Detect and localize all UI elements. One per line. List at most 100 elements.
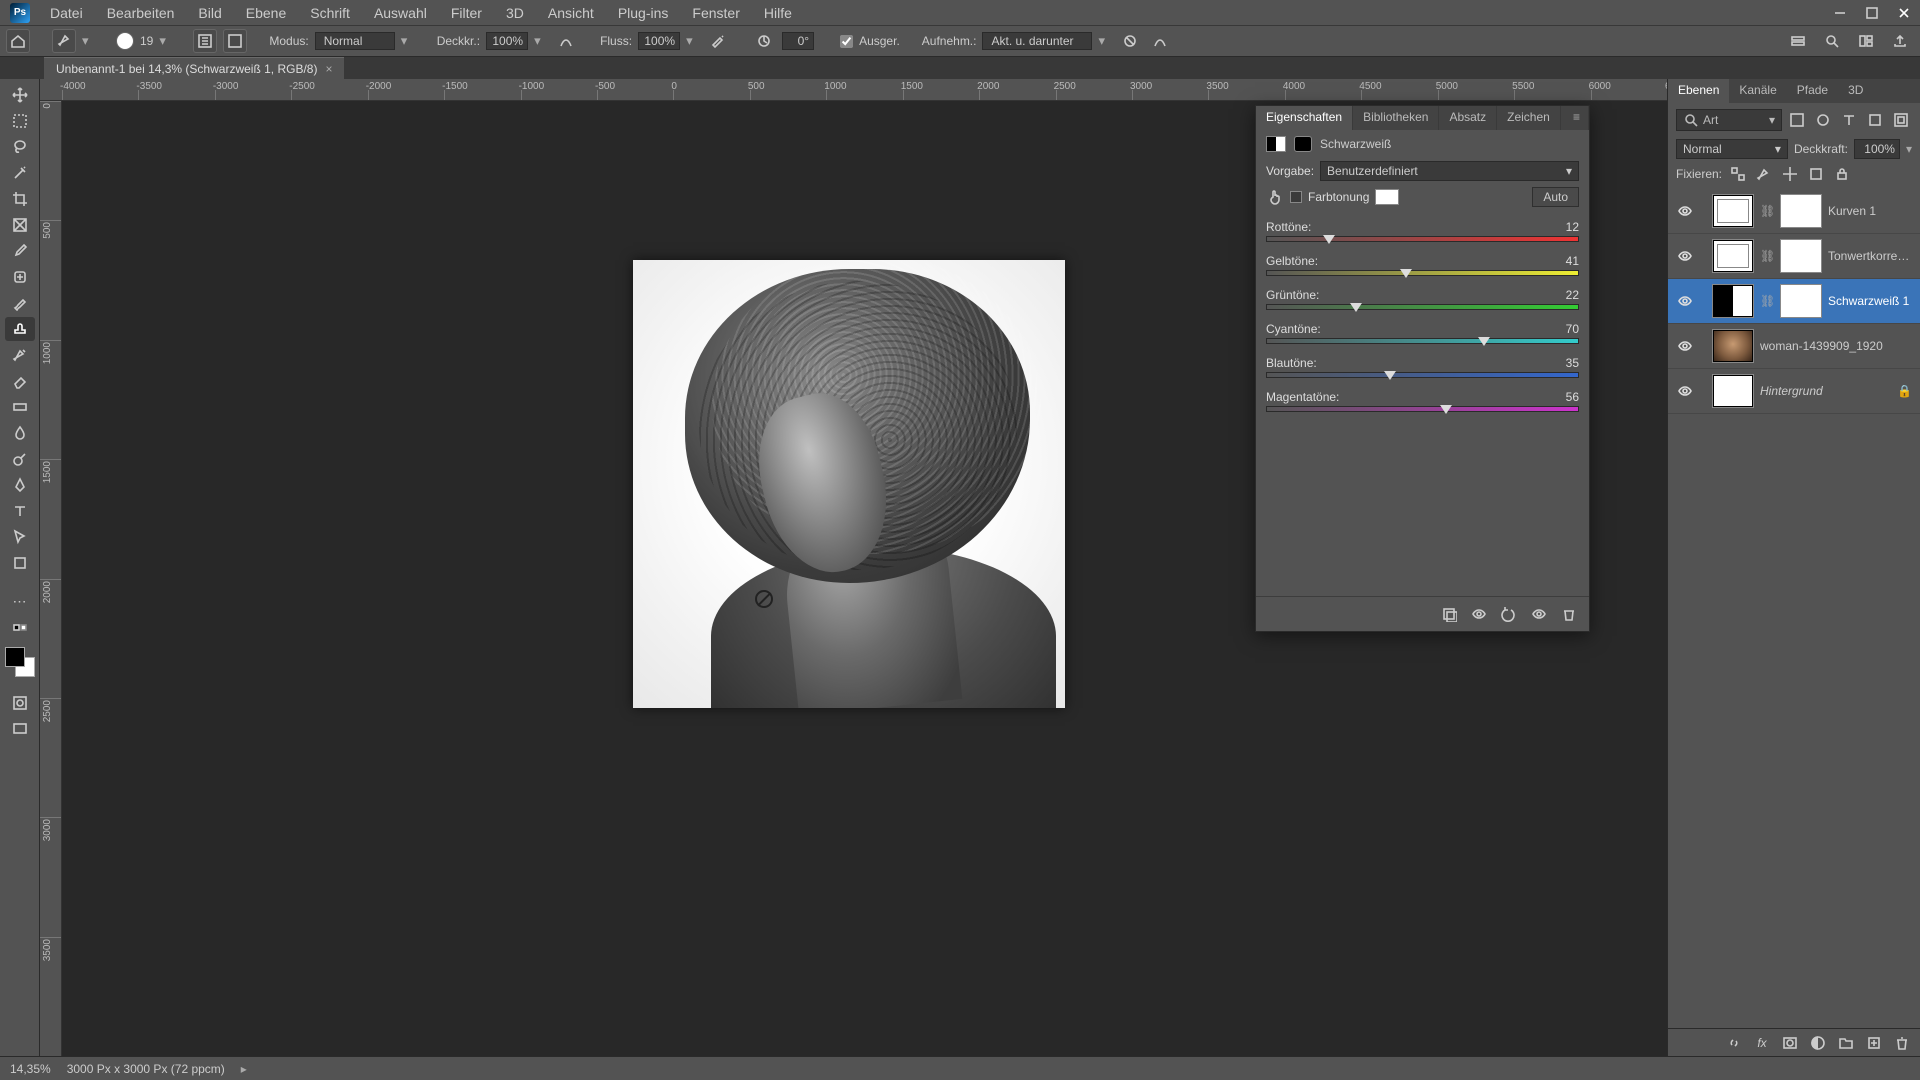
tool-preset[interactable] [52, 29, 76, 53]
slider-thumb[interactable] [1323, 235, 1335, 244]
shape-tool[interactable] [5, 551, 35, 575]
slider-track[interactable] [1266, 304, 1579, 314]
layer-row[interactable]: ⛓ Kurven 1 [1668, 189, 1920, 234]
view-previous-icon[interactable] [1469, 605, 1489, 623]
brush-settings-icon[interactable] [193, 29, 217, 53]
document-tab[interactable]: Unbenannt-1 bei 14,3% (Schwarzweiß 1, RG… [44, 57, 344, 79]
layer-name[interactable]: Tonwertkorrektur 1 [1828, 249, 1912, 263]
blur-tool[interactable] [5, 421, 35, 445]
chevron-down-icon[interactable]: ▾ [1098, 33, 1112, 49]
color-swatches[interactable] [5, 647, 35, 677]
fg-swatch[interactable] [5, 647, 25, 667]
props-tab-bibliotheken[interactable]: Bibliotheken [1353, 106, 1439, 130]
chevron-down-icon[interactable]: ▾ [82, 33, 96, 49]
info-menu-icon[interactable]: ▸ [241, 1062, 247, 1076]
reset-icon[interactable] [1499, 605, 1519, 623]
more-tools-icon[interactable]: ⋯ [5, 589, 35, 613]
brush-tool[interactable] [5, 291, 35, 315]
filter-adjust-icon[interactable] [1812, 109, 1834, 131]
menu-ansicht[interactable]: Ansicht [538, 3, 604, 23]
layers-tab-pfade[interactable]: Pfade [1787, 79, 1838, 103]
chevron-down-icon[interactable]: ▾ [1906, 142, 1912, 156]
cloud-docs-icon[interactable] [1784, 27, 1812, 55]
filter-pixel-icon[interactable] [1786, 109, 1808, 131]
slider-track[interactable] [1266, 372, 1579, 382]
delete-layer-icon[interactable] [1892, 1033, 1912, 1053]
layer-mask-thumb[interactable] [1780, 194, 1822, 228]
slider-thumb[interactable] [1400, 269, 1412, 278]
slider-value[interactable]: 56 [1566, 390, 1579, 404]
visibility-toggle[interactable] [1676, 202, 1694, 220]
slider-value[interactable]: 41 [1566, 254, 1579, 268]
layer-thumb[interactable] [1712, 194, 1754, 228]
ignore-adjust-icon[interactable] [1118, 29, 1142, 53]
menu-hilfe[interactable]: Hilfe [754, 3, 802, 23]
mask-link-icon[interactable]: ⛓ [1760, 249, 1774, 263]
slider-value[interactable]: 22 [1566, 288, 1579, 302]
new-adjustment-icon[interactable] [1808, 1033, 1828, 1053]
angle-input[interactable]: 0° [782, 32, 814, 50]
layer-thumb[interactable] [1712, 239, 1754, 273]
path-select-tool[interactable] [5, 525, 35, 549]
chevron-down-icon[interactable]: ▾ [159, 33, 173, 49]
menu-3d[interactable]: 3D [496, 3, 534, 23]
slider-value[interactable]: 12 [1566, 220, 1579, 234]
chevron-down-icon[interactable]: ▾ [401, 33, 415, 49]
gradient-tool[interactable] [5, 395, 35, 419]
props-tab-eigenschaften[interactable]: Eigenschaften [1256, 106, 1353, 130]
artboard[interactable] [633, 260, 1065, 708]
filter-type-icon[interactable] [1838, 109, 1860, 131]
pen-tool[interactable] [5, 473, 35, 497]
slider-value[interactable]: 70 [1566, 322, 1579, 336]
lock-all-icon[interactable] [1832, 165, 1852, 183]
lock-artboard-icon[interactable] [1806, 165, 1826, 183]
visibility-toggle[interactable] [1676, 382, 1694, 400]
layer-name[interactable]: Schwarzweiß 1 [1828, 294, 1912, 308]
menu-datei[interactable]: Datei [40, 3, 93, 23]
new-layer-icon[interactable] [1864, 1033, 1884, 1053]
brush-tip-preview[interactable] [116, 32, 134, 50]
sample-select[interactable]: Akt. u. darunter [982, 32, 1092, 50]
menu-bearbeiten[interactable]: Bearbeiten [97, 3, 185, 23]
layer-name[interactable]: Kurven 1 [1828, 204, 1912, 218]
layer-name[interactable]: Hintergrund [1760, 384, 1891, 398]
workspace-icon[interactable] [1852, 27, 1880, 55]
dodge-tool[interactable] [5, 447, 35, 471]
quickmask-icon[interactable] [5, 691, 35, 715]
layer-thumb[interactable] [1712, 374, 1754, 408]
lock-transparent-icon[interactable] [1728, 165, 1748, 183]
color-mode-icon[interactable] [5, 615, 35, 639]
mask-link-icon[interactable]: ⛓ [1760, 294, 1774, 308]
layer-name[interactable]: woman-1439909_1920 [1760, 339, 1912, 353]
props-tab-absatz[interactable]: Absatz [1439, 106, 1497, 130]
slider-track[interactable] [1266, 270, 1579, 280]
lasso-tool[interactable] [5, 135, 35, 159]
layer-mask-thumb[interactable] [1780, 284, 1822, 318]
slider-track[interactable] [1266, 406, 1579, 416]
layer-filter-select[interactable]: Art ▾ [1676, 109, 1782, 131]
menu-schrift[interactable]: Schrift [300, 3, 360, 23]
home-icon[interactable] [6, 29, 30, 53]
lock-position-icon[interactable] [1780, 165, 1800, 183]
wand-tool[interactable] [5, 161, 35, 185]
search-icon[interactable] [1818, 27, 1846, 55]
auto-button[interactable]: Auto [1532, 187, 1579, 207]
slider-thumb[interactable] [1478, 337, 1490, 346]
close-tab-icon[interactable]: × [325, 62, 332, 76]
pressure-opacity-icon[interactable] [554, 29, 578, 53]
airbrush-icon[interactable] [706, 29, 730, 53]
slider-track[interactable] [1266, 236, 1579, 246]
layer-row[interactable]: woman-1439909_1920 [1668, 324, 1920, 369]
menu-ebene[interactable]: Ebene [236, 3, 296, 23]
brush-panel-icon[interactable] [223, 29, 247, 53]
preset-select[interactable]: Benutzerdefiniert▾ [1320, 161, 1579, 181]
blend-mode-select[interactable]: Normal▾ [1676, 139, 1788, 159]
props-tab-zeichen[interactable]: Zeichen [1497, 106, 1561, 130]
link-layers-icon[interactable] [1724, 1033, 1744, 1053]
filter-smart-icon[interactable] [1890, 109, 1912, 131]
minimize-button[interactable] [1824, 0, 1856, 25]
angle-icon[interactable] [752, 29, 776, 53]
crop-tool[interactable] [5, 187, 35, 211]
lock-paint-icon[interactable] [1754, 165, 1774, 183]
layers-tab-ebenen[interactable]: Ebenen [1668, 79, 1729, 103]
